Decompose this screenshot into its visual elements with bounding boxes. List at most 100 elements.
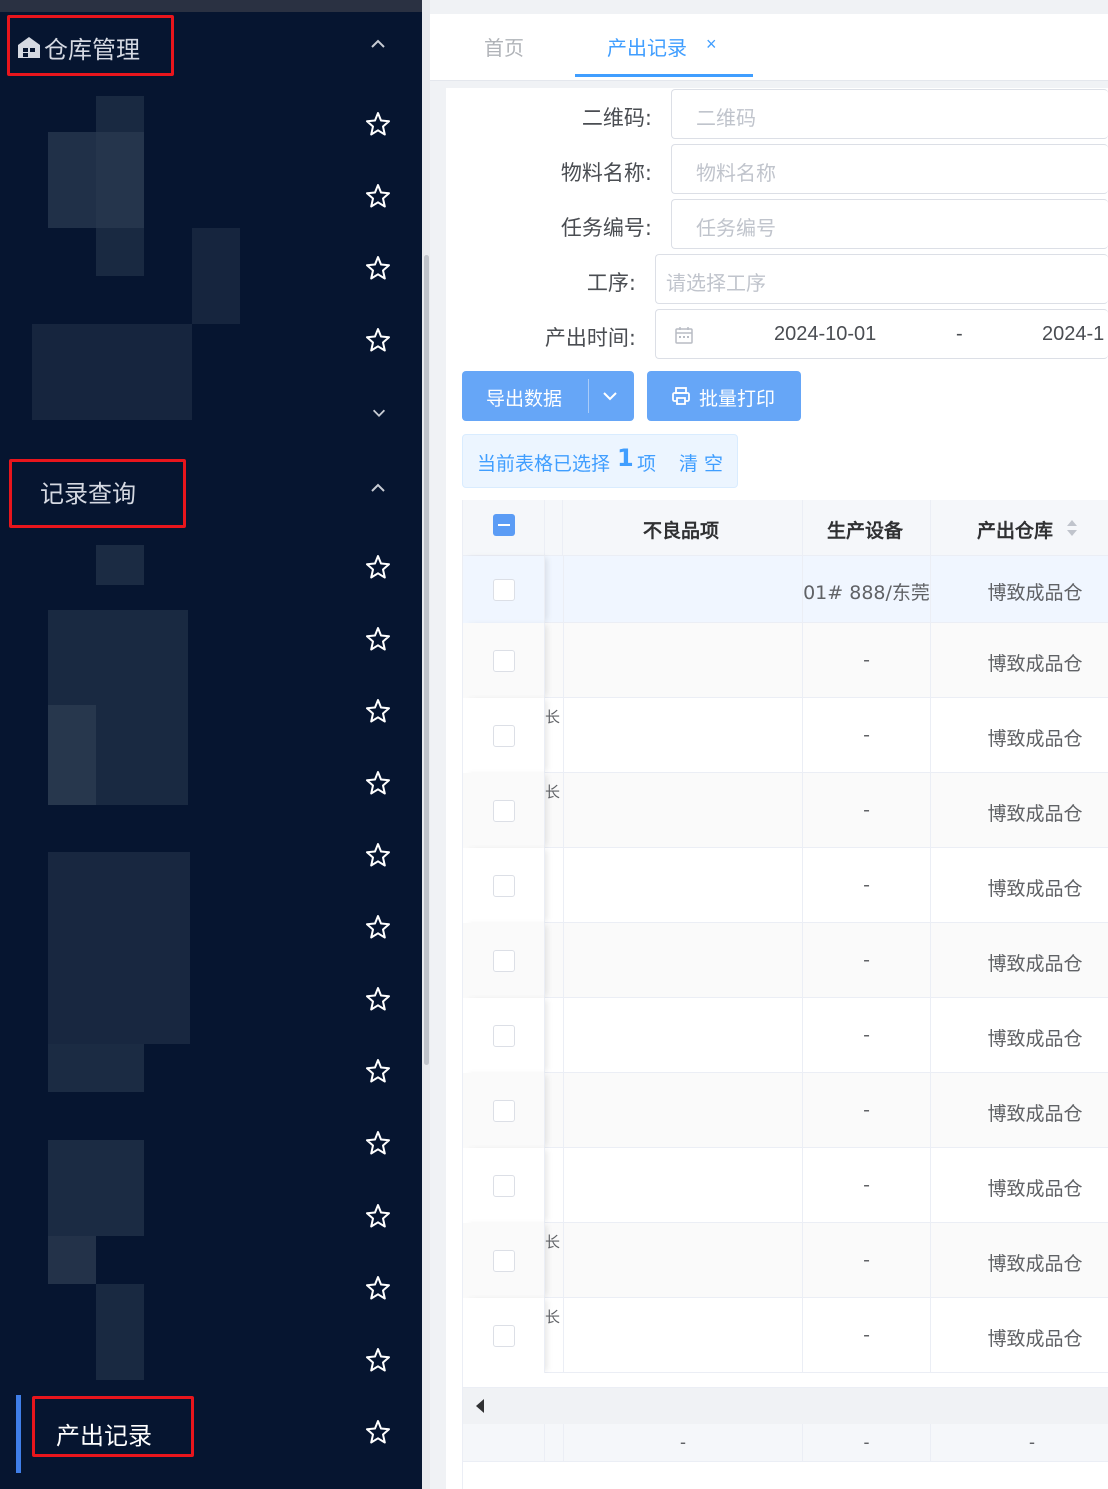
star-icon[interactable] bbox=[364, 110, 392, 138]
material-input[interactable]: 物料名称 bbox=[671, 144, 1108, 194]
table-row[interactable]: 长 - 博致成品仓 bbox=[463, 1223, 1108, 1298]
star-icon[interactable] bbox=[364, 985, 392, 1013]
sidebar-item[interactable] bbox=[0, 1180, 422, 1252]
table-row[interactable]: 长 - 博致成品仓 bbox=[463, 773, 1108, 848]
time-start[interactable]: 2024-10-01 bbox=[774, 323, 876, 346]
sidebar-item[interactable] bbox=[0, 747, 422, 819]
star-icon[interactable] bbox=[364, 1274, 392, 1302]
row-checkbox[interactable] bbox=[493, 649, 515, 672]
batch-print-label: 批量打印 bbox=[699, 388, 776, 410]
star-icon[interactable] bbox=[364, 1129, 392, 1157]
process-select[interactable]: 请选择工序 bbox=[655, 254, 1108, 304]
row-checkbox[interactable] bbox=[493, 1249, 515, 1272]
star-icon[interactable] bbox=[364, 1346, 392, 1374]
table-row[interactable]: 长 - 博致成品仓 bbox=[463, 1298, 1108, 1373]
sidebar-item-submenu[interactable] bbox=[0, 376, 422, 448]
sidebar-item[interactable] bbox=[0, 819, 422, 891]
qrcode-input[interactable]: 二维码 bbox=[671, 89, 1108, 139]
tab-close-icon[interactable]: × bbox=[706, 34, 717, 55]
table-row[interactable]: - 博致成品仓 bbox=[463, 848, 1108, 923]
table-row[interactable]: - 博致成品仓 bbox=[463, 998, 1108, 1073]
task-placeholder: 任务编号 bbox=[696, 216, 776, 240]
cell-defect bbox=[563, 556, 803, 623]
cell-warehouse: 博致成品仓 bbox=[987, 581, 1083, 604]
star-icon[interactable] bbox=[364, 254, 392, 282]
tab-output-record[interactable]: 产出记录 bbox=[607, 32, 687, 61]
row-checkbox[interactable] bbox=[493, 578, 515, 601]
chevron-down-icon[interactable] bbox=[600, 386, 620, 406]
row-checkbox[interactable] bbox=[493, 1099, 515, 1122]
horizontal-scrollbar[interactable] bbox=[463, 1388, 1108, 1424]
time-range-picker[interactable]: 2024-10-01 - 2024-1 bbox=[655, 309, 1108, 359]
star-icon[interactable] bbox=[364, 553, 392, 581]
star-icon[interactable] bbox=[364, 625, 392, 653]
sidebar-item[interactable] bbox=[0, 1324, 422, 1396]
sidebar-item[interactable] bbox=[0, 891, 422, 963]
summary-device: - bbox=[803, 1424, 931, 1462]
menu-group-warehouse[interactable]: 仓库管理 bbox=[0, 16, 422, 76]
batch-print-button[interactable]: 批量打印 bbox=[647, 371, 801, 421]
sidebar-item-output-record[interactable]: 产出记录 bbox=[0, 1396, 422, 1468]
table-row[interactable]: - 博致成品仓 bbox=[463, 1073, 1108, 1148]
sidebar-item[interactable] bbox=[0, 603, 422, 675]
star-icon[interactable] bbox=[364, 841, 392, 869]
sidebar-item[interactable] bbox=[0, 88, 422, 160]
sidebar-item[interactable] bbox=[0, 963, 422, 1035]
scroll-left-icon[interactable] bbox=[473, 1398, 487, 1414]
warehouse-icon bbox=[18, 37, 40, 58]
time-end[interactable]: 2024-1 bbox=[1042, 323, 1104, 346]
sidebar-item[interactable] bbox=[0, 304, 422, 376]
table-row[interactable]: - 博致成品仓 bbox=[463, 923, 1108, 998]
sidebar-item[interactable] bbox=[0, 1107, 422, 1179]
star-icon[interactable] bbox=[364, 1418, 392, 1446]
star-icon[interactable] bbox=[364, 326, 392, 354]
row-checkbox[interactable] bbox=[493, 1024, 515, 1047]
sidebar-item[interactable] bbox=[0, 1252, 422, 1324]
process-label: 工序: bbox=[586, 271, 636, 295]
sidebar-item-output-record-label: 产出记录 bbox=[56, 1422, 152, 1450]
table-row[interactable]: - 博致成品仓 bbox=[463, 623, 1108, 698]
task-label: 任务编号: bbox=[560, 216, 652, 240]
time-separator: - bbox=[956, 323, 963, 345]
cell-defect bbox=[563, 1298, 803, 1373]
cell-warehouse: 博致成品仓 bbox=[987, 652, 1083, 675]
row-checkbox[interactable] bbox=[493, 799, 515, 822]
clear-selection-link[interactable]: 清 空 bbox=[679, 449, 723, 476]
data-table: 不良品项 生产设备 产出仓库 01# 888/东莞 博致成品仓 - 博致成品仓长 - 博致… bbox=[462, 500, 1108, 1489]
table-row[interactable]: 长 - 博致成品仓 bbox=[463, 698, 1108, 773]
star-icon[interactable] bbox=[364, 697, 392, 725]
star-icon[interactable] bbox=[364, 769, 392, 797]
sidebar-item[interactable] bbox=[0, 675, 422, 747]
row-checkbox[interactable] bbox=[493, 1324, 515, 1347]
summary-warehouse: - bbox=[1029, 1432, 1035, 1452]
row-checkbox[interactable] bbox=[493, 724, 515, 747]
menu-group-records[interactable]: 记录查询 bbox=[0, 460, 422, 520]
table-row[interactable]: 01# 888/东莞 博致成品仓 bbox=[463, 556, 1108, 623]
sidebar-item[interactable] bbox=[0, 1035, 422, 1107]
cell-defect bbox=[563, 923, 803, 998]
row-checkbox[interactable] bbox=[493, 874, 515, 897]
sort-icon[interactable] bbox=[1064, 516, 1080, 540]
star-icon[interactable] bbox=[364, 182, 392, 210]
material-placeholder: 物料名称 bbox=[696, 161, 776, 185]
task-input[interactable]: 任务编号 bbox=[671, 199, 1108, 249]
export-dropdown-button[interactable]: 导出数据 bbox=[462, 371, 634, 421]
row-checkbox[interactable] bbox=[493, 949, 515, 972]
tab-active-underline bbox=[575, 74, 753, 77]
star-icon[interactable] bbox=[364, 913, 392, 941]
row-checkbox[interactable] bbox=[493, 1174, 515, 1197]
sidebar-item[interactable] bbox=[0, 232, 422, 304]
cell-device: - bbox=[803, 623, 931, 698]
sidebar-item[interactable] bbox=[0, 531, 422, 603]
star-icon[interactable] bbox=[364, 1202, 392, 1230]
sidebar-scrollbar-thumb[interactable] bbox=[424, 255, 429, 1065]
material-label: 物料名称: bbox=[560, 161, 652, 185]
table-row[interactable]: - 博致成品仓 bbox=[463, 1148, 1108, 1223]
tab-home[interactable]: 首页 bbox=[484, 32, 524, 61]
table-header-warehouse[interactable]: 产出仓库 bbox=[931, 500, 1108, 556]
sidebar-item[interactable] bbox=[0, 160, 422, 232]
process-placeholder: 请选择工序 bbox=[666, 271, 766, 295]
select-all-checkbox[interactable] bbox=[493, 514, 515, 536]
star-icon[interactable] bbox=[364, 1057, 392, 1085]
row-select-cell bbox=[463, 998, 545, 1073]
